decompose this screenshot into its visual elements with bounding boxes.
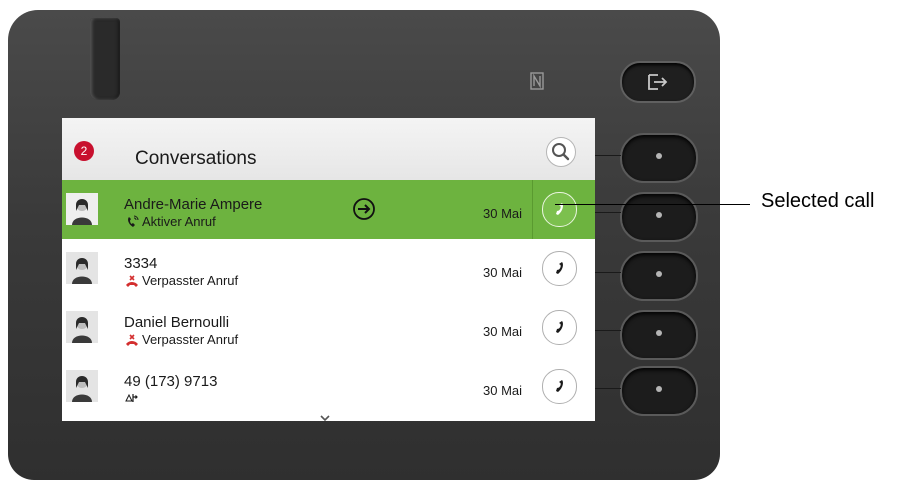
contact-name: Daniel Bernoulli <box>124 314 230 331</box>
softkey-1[interactable] <box>620 133 698 183</box>
arrow-right-icon <box>353 198 375 220</box>
phone-icon <box>556 262 563 274</box>
call-button[interactable] <box>542 310 577 345</box>
search-icon <box>552 143 570 161</box>
contact-name: 49 (173) 9713 <box>124 373 218 390</box>
active-call-icon <box>124 215 140 229</box>
avatar <box>66 370 98 402</box>
callout-line <box>555 204 750 205</box>
avatar <box>66 252 98 284</box>
call-status-text: Verpasster Anruf <box>142 273 239 288</box>
forwarded-call-icon <box>124 391 140 405</box>
missed-call-icon <box>124 274 140 288</box>
missed-call-icon <box>124 333 140 347</box>
handset-cradle <box>90 18 120 100</box>
phone-icon <box>556 321 563 333</box>
logout-icon <box>648 74 668 90</box>
call-status <box>124 391 142 405</box>
call-button[interactable] <box>542 369 577 404</box>
logout-button[interactable] <box>620 61 696 103</box>
softkey-3[interactable] <box>620 251 698 301</box>
contact-name: 3334 <box>124 255 158 272</box>
avatar <box>66 193 98 225</box>
call-status-text: Verpasster Anruf <box>142 332 239 347</box>
avatar <box>66 311 98 343</box>
softkey-5[interactable] <box>620 366 698 416</box>
forward-arrow-button[interactable] <box>352 197 376 221</box>
chevron-down-icon[interactable] <box>319 409 331 421</box>
phone-icon <box>556 380 563 392</box>
call-button[interactable] <box>542 192 577 227</box>
screen-header: 2 Conversations <box>62 118 595 181</box>
search-button[interactable] <box>546 137 576 167</box>
display-screen: 2 Conversations Andre-Marie Ampere Aktiv… <box>62 118 595 421</box>
call-button[interactable] <box>542 251 577 286</box>
softkey-2[interactable] <box>620 192 698 242</box>
callout-label: Selected call <box>761 190 875 212</box>
page-title: Conversations <box>135 148 257 169</box>
call-status-text: Aktiver Anruf <box>142 214 216 229</box>
call-date: 30 Mai <box>483 324 523 339</box>
unread-badge: 2 <box>74 141 94 161</box>
softkey-4[interactable] <box>620 310 698 360</box>
conversation-row[interactable]: Daniel Bernoulli Verpasster Anruf 30 Mai <box>62 298 595 358</box>
conversation-row-selected[interactable]: Andre-Marie Ampere Aktiver Anruf 30 Mai <box>62 180 595 239</box>
call-status: Verpasster Anruf <box>124 332 238 347</box>
call-date: 30 Mai <box>483 383 523 398</box>
call-date: 30 Mai <box>483 206 523 221</box>
contact-name: Andre-Marie Ampere <box>124 196 263 213</box>
conversation-row[interactable]: 3334 Verpasster Anruf 30 Mai <box>62 239 595 299</box>
phone-icon <box>556 203 563 215</box>
call-status: Verpasster Anruf <box>124 273 238 288</box>
call-date: 30 Mai <box>483 265 523 280</box>
nfc-icon <box>530 72 544 95</box>
call-status: Aktiver Anruf <box>124 214 216 229</box>
conversation-row[interactable]: 49 (173) 9713 30 Mai <box>62 357 595 421</box>
